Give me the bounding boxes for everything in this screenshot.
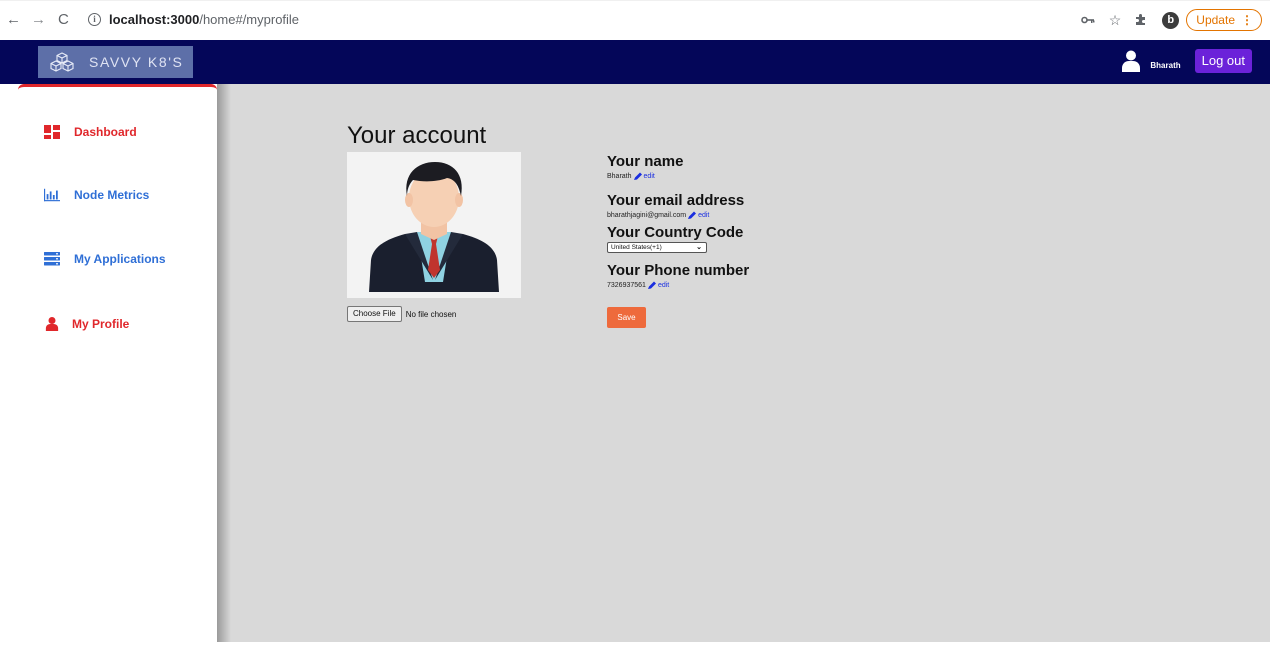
server-icon	[44, 252, 60, 266]
back-icon[interactable]: ←	[6, 12, 21, 28]
extensions-icon[interactable]	[1135, 13, 1148, 28]
key-icon[interactable]	[1080, 13, 1095, 27]
email-value: bharathjagini@gmail.com	[607, 212, 687, 219]
reload-icon[interactable]: C	[58, 12, 69, 28]
bar-chart-icon	[44, 188, 60, 202]
user-area: Bharath Log out	[1122, 49, 1252, 73]
edit-name-link[interactable]: edit	[644, 173, 655, 180]
sidebar-item-my-profile[interactable]: My Profile	[44, 317, 129, 331]
url-path: /home#/myprofile	[199, 12, 300, 27]
sidebar-item-label: Node Metrics	[74, 188, 150, 202]
update-label: Update	[1196, 13, 1235, 27]
file-upload: Choose File No file chosen	[347, 306, 456, 322]
tab-strip	[0, 0, 1270, 3]
cubes-icon	[50, 52, 74, 72]
pencil-icon[interactable]	[687, 211, 697, 220]
bottom-strip	[217, 642, 1270, 648]
address-bar[interactable]: localhost:3000/home#/myprofile	[109, 12, 299, 28]
chevron-down-icon: ⌄	[696, 244, 702, 251]
country-code-select[interactable]: United States(+1) ⌄	[607, 242, 707, 253]
update-button[interactable]: Update ⋮	[1186, 9, 1262, 31]
profile-avatar-image	[347, 152, 521, 298]
save-button[interactable]: Save	[607, 307, 646, 328]
page-title: Your account	[347, 122, 487, 149]
edit-phone-link[interactable]: edit	[658, 282, 669, 289]
file-status: No file chosen	[405, 309, 457, 319]
profile-avatar[interactable]: b	[1162, 11, 1180, 29]
edit-email-link[interactable]: edit	[698, 212, 709, 219]
logout-button[interactable]: Log out	[1194, 49, 1252, 73]
name-field: Bharath edit	[607, 172, 655, 181]
url-host: localhost:3000	[109, 12, 200, 27]
sidebar-item-my-applications[interactable]: My Applications	[44, 252, 166, 266]
phone-field: 7326937561 edit	[607, 281, 669, 290]
name-value: Bharath	[607, 173, 632, 180]
sidebar-item-label: Dashboard	[74, 125, 137, 139]
name-label: Your name	[607, 153, 684, 170]
brand-name: SAVVY K8'S	[89, 54, 184, 70]
user-name: Bharath	[1150, 60, 1181, 70]
browser-toolbar: ← → C i localhost:3000/home#/myprofile ☆…	[0, 0, 1270, 40]
sidebar-shadow	[217, 84, 231, 642]
person-avatar-icon	[369, 162, 499, 292]
country-code-label: Your Country Code	[607, 224, 744, 241]
phone-label: Your Phone number	[607, 262, 750, 279]
user-icon	[45, 317, 59, 331]
sidebar-item-dashboard[interactable]: Dashboard	[44, 125, 137, 139]
browser-actions: ☆ b Update ⋮	[1080, 9, 1262, 31]
app-header: SAVVY K8'S Bharath Log out	[0, 40, 1270, 84]
dashboard-icon	[44, 125, 60, 139]
sidebar-item-label: My Profile	[72, 317, 130, 331]
site-info-icon[interactable]: i	[88, 13, 101, 26]
sidebar: Dashboard Node Metrics My Applications M…	[18, 84, 217, 648]
menu-icon: ⋮	[1241, 13, 1253, 27]
email-field: bharathjagini@gmail.com edit	[607, 211, 709, 220]
sidebar-item-node-metrics[interactable]: Node Metrics	[44, 188, 149, 202]
sidebar-item-label: My Applications	[74, 252, 166, 266]
choose-file-button[interactable]: Choose File	[347, 306, 402, 322]
email-label: Your email address	[607, 192, 745, 209]
forward-icon[interactable]: →	[31, 12, 46, 28]
phone-value: 7326937561	[607, 282, 646, 289]
user-avatar-icon	[1122, 50, 1141, 72]
pencil-icon[interactable]	[647, 281, 657, 290]
star-icon[interactable]: ☆	[1109, 13, 1122, 27]
brand-logo[interactable]: SAVVY K8'S	[38, 46, 193, 78]
pencil-icon[interactable]	[633, 172, 643, 181]
country-code-value: United States(+1)	[611, 244, 662, 251]
